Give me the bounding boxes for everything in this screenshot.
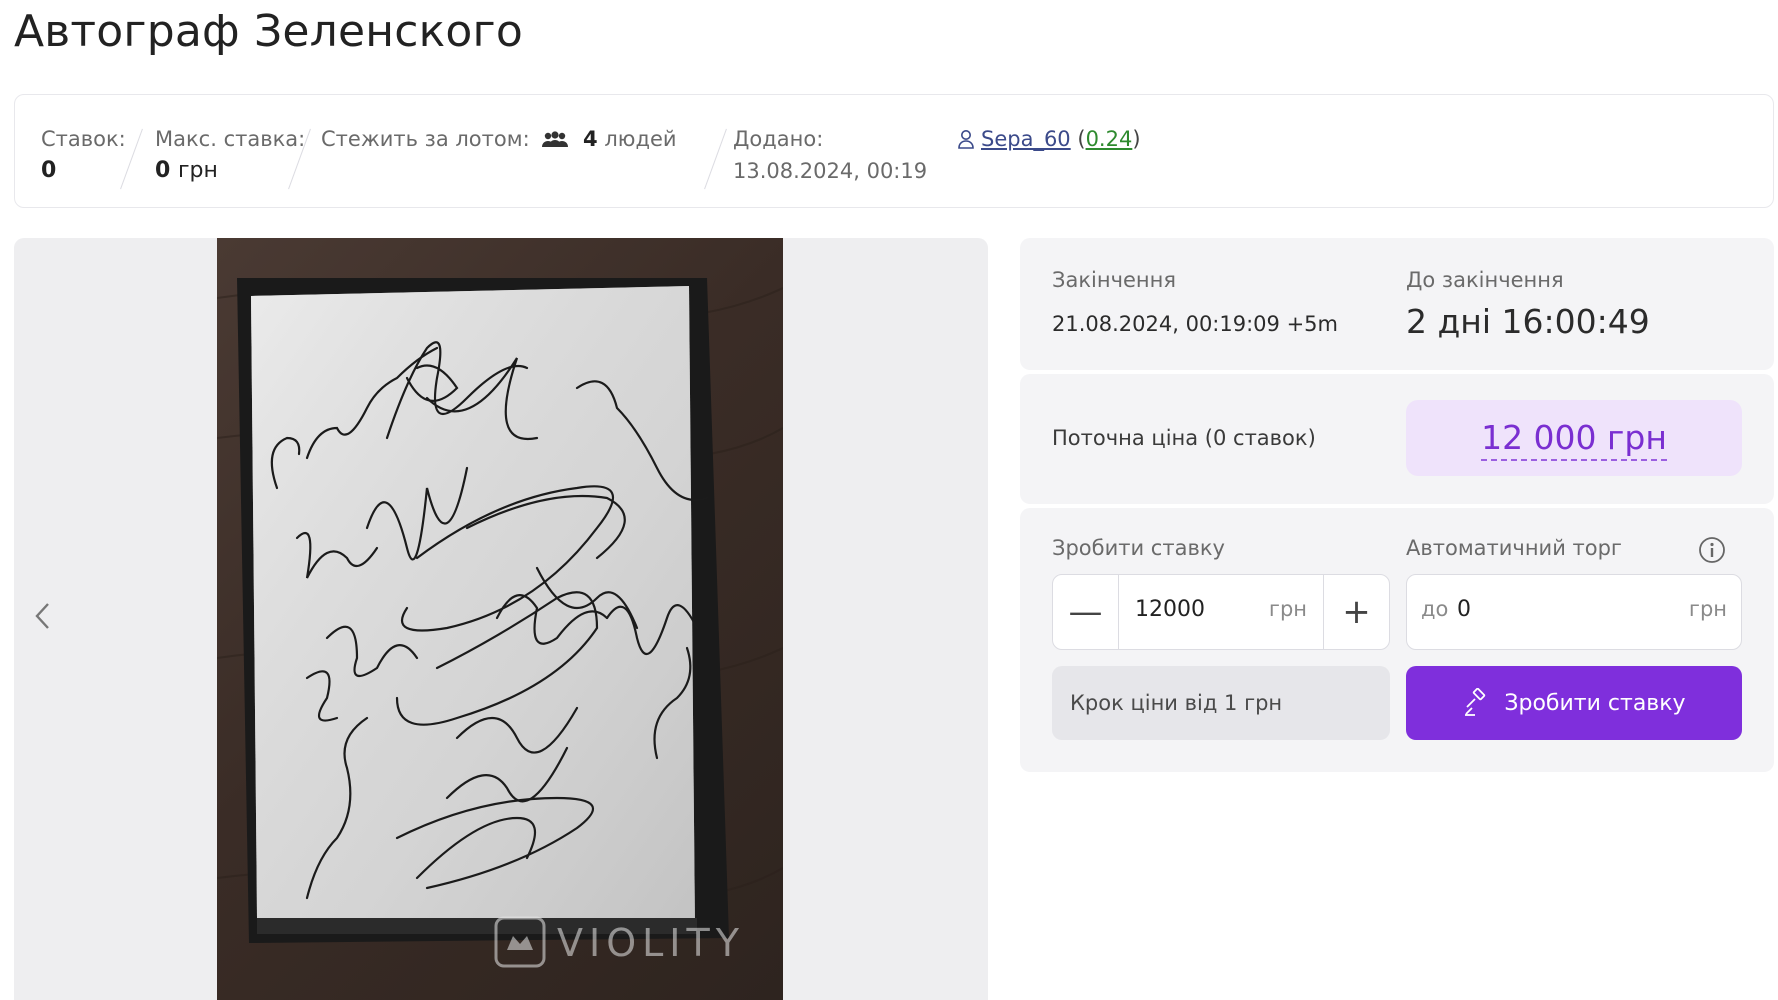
max-bid-stat: Макс. ставка: 0 грн bbox=[155, 123, 305, 187]
bids-value: 0 bbox=[41, 158, 57, 183]
auto-bid-input[interactable]: до 0 грн bbox=[1406, 574, 1742, 650]
watchers-label: Стежить за лотом: bbox=[321, 127, 530, 151]
gavel-icon bbox=[1465, 688, 1486, 716]
bid-panel: Зробити ставку Автоматичний торг — 12000… bbox=[1020, 508, 1774, 772]
seller-link[interactable]: Sepa_60 bbox=[981, 127, 1071, 151]
seller-rating-link[interactable]: 0.24 bbox=[1086, 127, 1133, 151]
make-bid-label: Зробити ставку bbox=[1052, 536, 1225, 560]
timing-panel: Закінчення 21.08.2024, 00:19:09 +5m До з… bbox=[1020, 238, 1774, 370]
auto-bid-label: Автоматичний торг bbox=[1406, 536, 1622, 560]
watchers-unit: людей bbox=[604, 127, 677, 151]
added-stat: Додано: 13.08.2024, 00:19 bbox=[733, 123, 927, 187]
place-bid-label: Зробити ставку bbox=[1504, 690, 1686, 716]
divider bbox=[704, 128, 727, 190]
lot-stats-bar: Ставок: 0 Макс. ставка: 0 грн Стежить за… bbox=[14, 94, 1774, 208]
max-bid-value: 0 bbox=[155, 158, 171, 183]
place-bid-button[interactable]: Зробити ставку bbox=[1406, 666, 1742, 740]
photo-gallery[interactable]: VIOLITY bbox=[14, 238, 988, 1000]
current-price-box: 12 000 грн bbox=[1406, 400, 1742, 476]
bids-stat: Ставок: 0 bbox=[41, 123, 126, 187]
info-icon[interactable] bbox=[1698, 536, 1726, 564]
countdown-value: 2 дні 16:00:49 bbox=[1406, 302, 1650, 341]
auto-bid-value: 0 bbox=[1457, 597, 1471, 622]
end-label: Закінчення bbox=[1052, 268, 1177, 292]
added-label: Додано: bbox=[733, 127, 824, 151]
user-icon bbox=[957, 126, 975, 158]
max-bid-unit: грн bbox=[177, 158, 218, 183]
lot-photo[interactable]: VIOLITY bbox=[217, 238, 783, 1000]
decrease-bid-button[interactable]: — bbox=[1053, 575, 1119, 649]
auto-bid-unit: грн bbox=[1688, 597, 1727, 621]
current-price-label: Поточна ціна (0 ставок) bbox=[1052, 426, 1316, 450]
remaining-label: До закінчення bbox=[1406, 268, 1564, 292]
current-price-value[interactable]: 12 000 грн bbox=[1481, 418, 1667, 461]
watchers-count: 4 bbox=[583, 127, 598, 151]
users-icon bbox=[540, 126, 570, 158]
bids-label: Ставок: bbox=[41, 127, 126, 151]
bid-stepper: — 12000 грн + bbox=[1052, 574, 1390, 650]
bid-amount-unit: грн bbox=[1268, 597, 1307, 621]
bid-amount-value: 12000 bbox=[1135, 597, 1205, 622]
added-date: 13.08.2024, 00:19 bbox=[733, 159, 928, 183]
price-step-note: Крок ціни від 1 грн bbox=[1052, 666, 1390, 740]
bid-amount-input[interactable]: 12000 грн bbox=[1119, 575, 1323, 649]
increase-bid-button[interactable]: + bbox=[1323, 575, 1389, 649]
chevron-left-icon[interactable] bbox=[28, 596, 58, 636]
price-panel: Поточна ціна (0 ставок) 12 000 грн bbox=[1020, 374, 1774, 504]
end-date: 21.08.2024, 00:19:09 +5m bbox=[1052, 312, 1338, 336]
watermark-text: VIOLITY bbox=[557, 921, 745, 965]
watchers-stat: Стежить за лотом: 4 людей bbox=[321, 123, 677, 158]
max-bid-label: Макс. ставка: bbox=[155, 127, 306, 151]
page-title: Автограф Зеленского bbox=[14, 6, 523, 57]
seller-info: Sepa_60 (0.24) bbox=[957, 123, 1141, 158]
auto-bid-prefix: до bbox=[1421, 597, 1449, 621]
